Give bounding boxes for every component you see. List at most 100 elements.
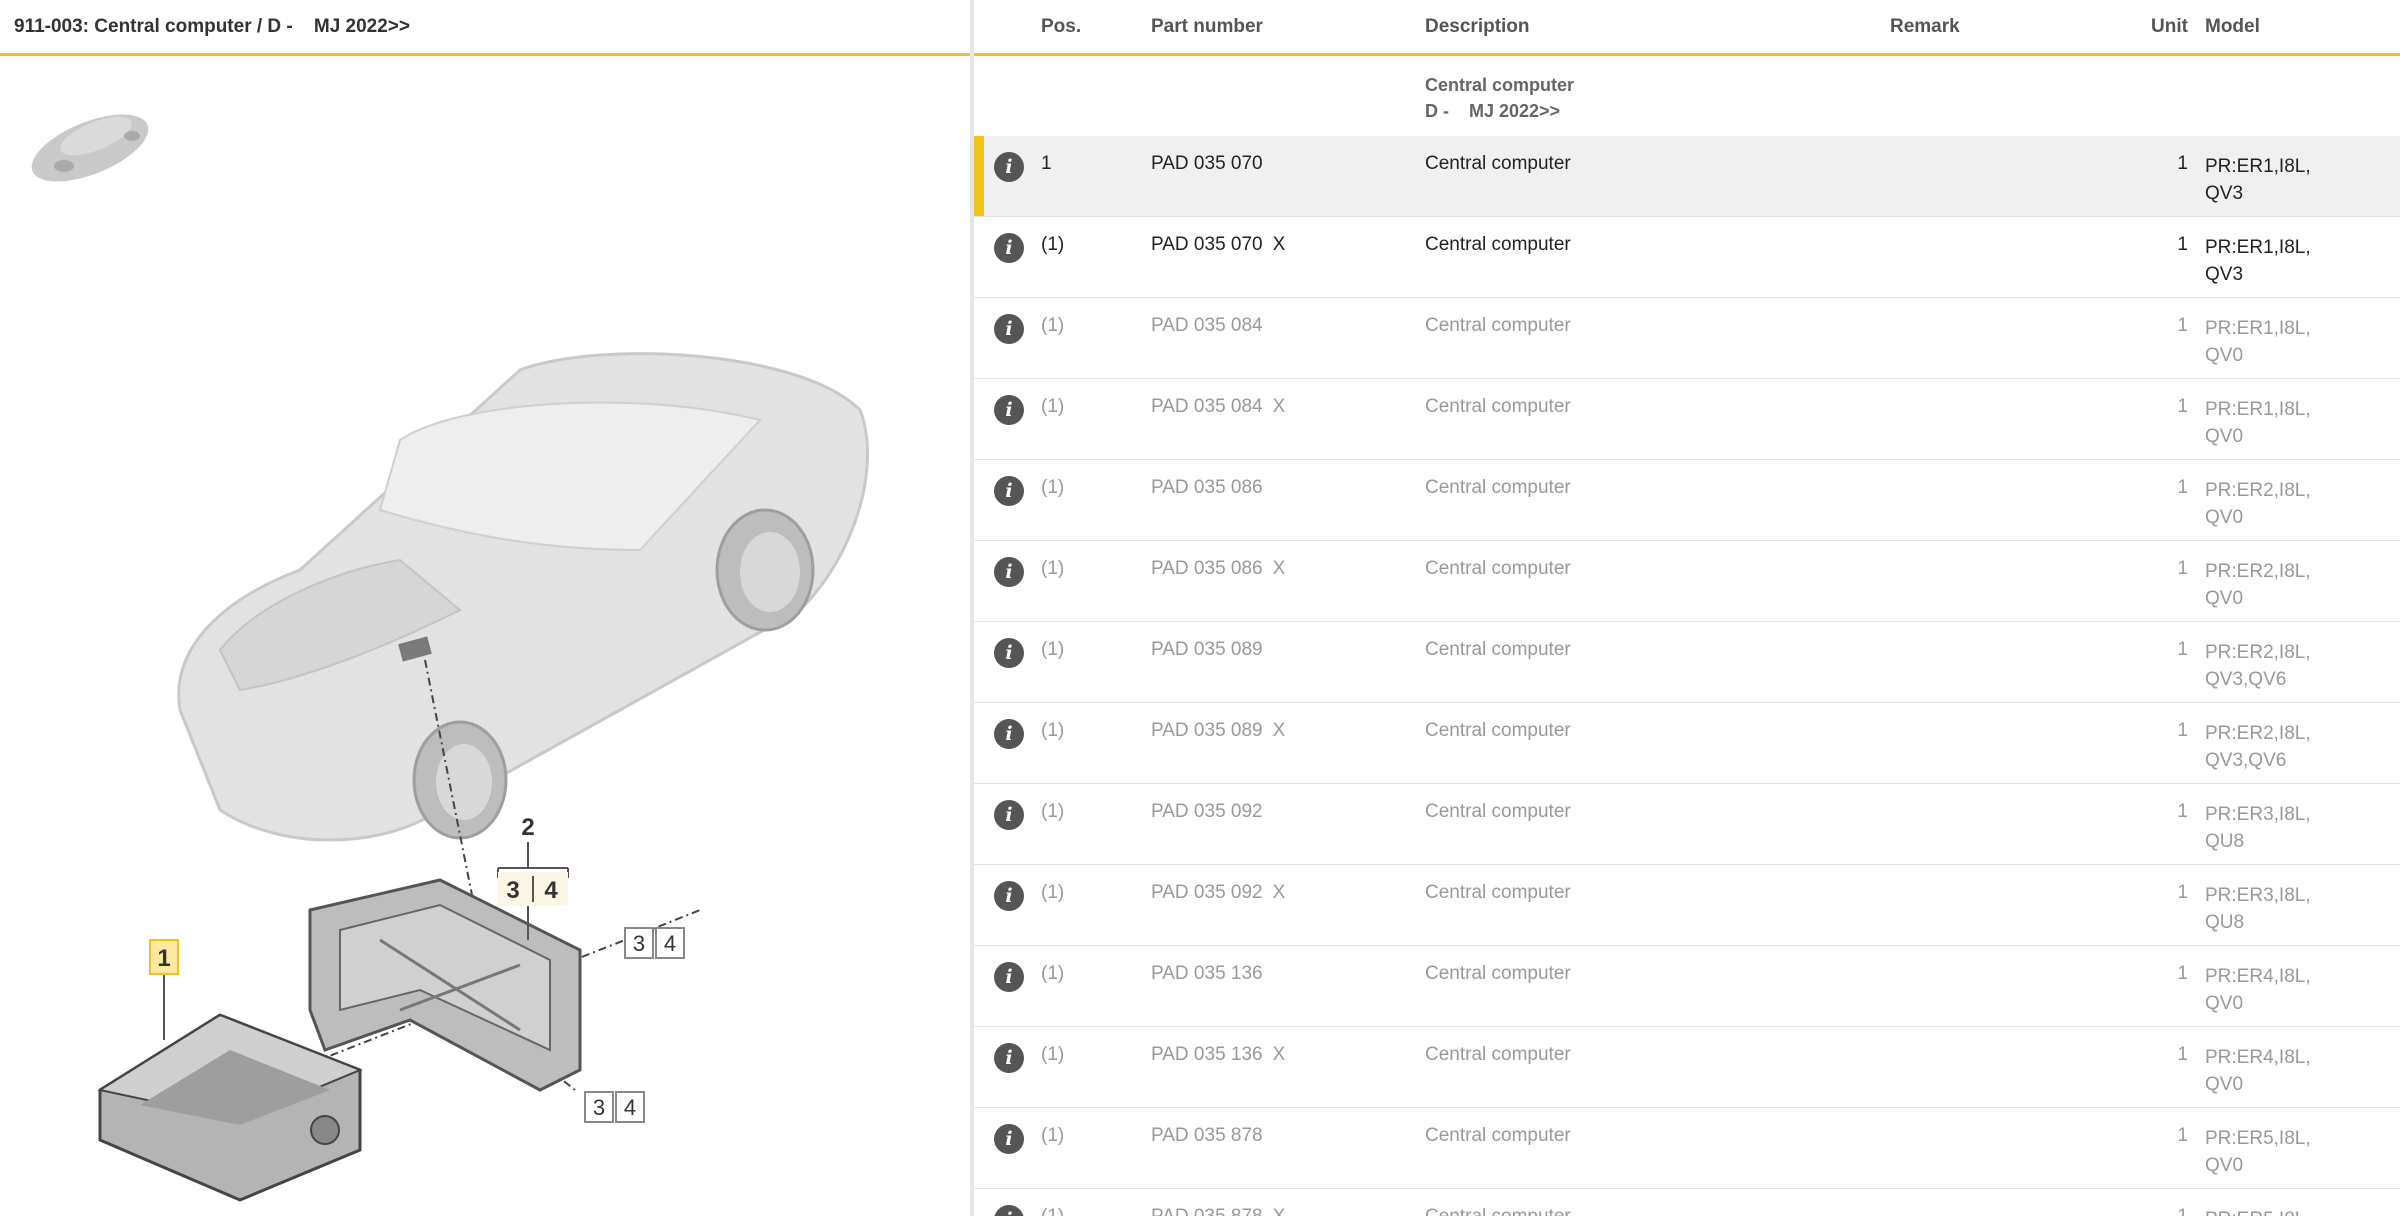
table-row[interactable]: i (1) PAD 035 878 Central computer 1 PR:…	[974, 1108, 2400, 1189]
model-line1: PR:ER2,I8L,	[2205, 642, 2311, 663]
cell-part-number[interactable]: PAD 035 092	[1151, 801, 1273, 823]
callout-3-4-right[interactable]: 3 4	[624, 927, 685, 959]
info-icon[interactable]: i	[994, 962, 1024, 992]
cell-part-number[interactable]: PAD 035 084	[1151, 315, 1273, 337]
part-number-text: PAD 035 070	[1151, 234, 1263, 255]
cell-part-number[interactable]: PAD 035 084 X	[1151, 396, 1285, 418]
part-number-suffix: X	[1272, 396, 1286, 417]
cell-description: Central computer	[1425, 639, 1571, 660]
cell-unit: 1	[2177, 963, 2188, 984]
cell-part-number[interactable]: PAD 035 089 X	[1151, 720, 1285, 742]
cell-part-number[interactable]: PAD 035 092 X	[1151, 882, 1285, 904]
table-row[interactable]: i (1) PAD 035 092 X Central computer 1 PR…	[974, 865, 2400, 946]
table-row[interactable]: i (1) PAD 035 136 X Central computer 1 PR…	[974, 1027, 2400, 1108]
cell-part-number[interactable]: PAD 035 136 X	[1151, 1044, 1285, 1066]
info-icon[interactable]: i	[994, 314, 1024, 344]
cell-pos: (1)	[1041, 396, 1065, 417]
table-row[interactable]: i (1) PAD 035 089 X Central computer 1 PR…	[974, 703, 2400, 784]
cell-part-number[interactable]: PAD 035 878 X	[1151, 1206, 1285, 1216]
part-number-text: PAD 035 878	[1151, 1206, 1263, 1216]
cell-part-number[interactable]: PAD 035 136	[1151, 963, 1273, 985]
callout-1[interactable]: 1	[149, 939, 179, 1040]
model-line2: QV0	[2205, 507, 2244, 528]
model-line2: QV0	[2205, 1155, 2244, 1176]
cell-unit: 1	[2177, 1044, 2188, 1065]
table-row[interactable]: i (1) PAD 035 092 Central computer 1 PR:…	[974, 784, 2400, 865]
cell-description: Central computer	[1425, 1044, 1571, 1065]
info-icon[interactable]: i	[994, 1124, 1024, 1154]
callout-label-1: 1	[157, 945, 170, 972]
cell-model: PR:ER4,I8L, QV0	[2205, 963, 2311, 1017]
cell-unit: 1	[2177, 315, 2188, 336]
cell-pos: (1)	[1041, 720, 1065, 741]
cell-pos: (1)	[1041, 558, 1065, 579]
info-icon[interactable]: i	[994, 719, 1024, 749]
column-header-description[interactable]: Description	[1425, 16, 1530, 38]
table-row[interactable]: i (1) PAD 035 086 Central computer 1 PR:…	[974, 460, 2400, 541]
info-icon[interactable]: i	[994, 395, 1024, 425]
model-line1: PR:ER3,I8L,	[2205, 804, 2311, 825]
callout-label-3b: 3	[633, 931, 645, 956]
model-line1: PR:ER3,I8L,	[2205, 885, 2311, 906]
page-title: 911-003: Central computer / D - MJ 2022>…	[14, 16, 411, 37]
cell-description: Central computer	[1425, 234, 1571, 255]
column-header-remark[interactable]: Remark	[1890, 16, 1960, 38]
column-header-model[interactable]: Model	[2205, 16, 2260, 38]
cell-part-number[interactable]: PAD 035 878	[1151, 1125, 1273, 1147]
info-icon[interactable]: i	[994, 800, 1024, 830]
part-number-text: PAD 035 070	[1151, 153, 1263, 174]
model-line2: QV0	[2205, 426, 2244, 447]
cell-pos: (1)	[1041, 477, 1065, 498]
table-row[interactable]: i (1) PAD 035 086 X Central computer 1 PR…	[974, 541, 2400, 622]
info-icon[interactable]: i	[994, 152, 1024, 182]
cell-part-number[interactable]: PAD 035 070	[1151, 153, 1273, 175]
cell-part-number[interactable]: PAD 035 089	[1151, 639, 1273, 661]
cell-part-number[interactable]: PAD 035 086 X	[1151, 558, 1285, 580]
info-icon[interactable]: i	[994, 476, 1024, 506]
cell-model: PR:ER2,I8L, QV0	[2205, 558, 2311, 612]
callout-3-4-bottom[interactable]: 3 4	[584, 1091, 645, 1123]
column-header-unit[interactable]: Unit	[2151, 16, 2188, 38]
model-line2: QV0	[2205, 993, 2244, 1014]
cell-description: Central computer	[1425, 963, 1571, 984]
cell-model: PR:ER5,I8L,	[2205, 1206, 2311, 1216]
part-number-text: PAD 035 136	[1151, 963, 1263, 984]
cell-description: Central computer	[1425, 558, 1571, 579]
info-icon[interactable]: i	[994, 1043, 1024, 1073]
cell-unit: 1	[2177, 558, 2188, 579]
part-number-text: PAD 035 089	[1151, 639, 1263, 660]
callout-label-3a: 3	[506, 877, 519, 904]
info-icon[interactable]: i	[994, 557, 1024, 587]
cell-pos: 1	[1041, 153, 1052, 174]
info-icon[interactable]: i	[994, 233, 1024, 263]
cell-description: Central computer	[1425, 1206, 1571, 1216]
column-header-pos[interactable]: Pos.	[1041, 16, 1081, 38]
parts-table-body: i 1 PAD 035 070 Central computer 1 PR:ER…	[974, 136, 2400, 1216]
exploded-parts-illustration: 1 2 3 4 3 4 3 4	[97, 352, 869, 1202]
cell-model: PR:ER5,I8L, QV0	[2205, 1125, 2311, 1179]
table-row[interactable]: i (1) PAD 035 089 Central computer 1 PR:…	[974, 622, 2400, 703]
info-icon[interactable]: i	[994, 1205, 1024, 1216]
table-row[interactable]: i (1) PAD 035 084 X Central computer 1 PR…	[974, 379, 2400, 460]
table-row[interactable]: i (1) PAD 035 878 X Central computer 1 PR…	[974, 1189, 2400, 1216]
group-heading-line1: Central computer	[1425, 75, 1575, 95]
cell-part-number[interactable]: PAD 035 086	[1151, 477, 1273, 499]
table-row[interactable]: i (1) PAD 035 084 Central computer 1 PR:…	[974, 298, 2400, 379]
table-row[interactable]: i (1) PAD 035 136 Central computer 1 PR:…	[974, 946, 2400, 1027]
cell-description: Central computer	[1425, 477, 1571, 498]
model-line2: QV3	[2205, 264, 2244, 285]
cell-part-number[interactable]: PAD 035 070 X	[1151, 234, 1285, 256]
info-icon[interactable]: i	[994, 881, 1024, 911]
vehicle-thumbnail[interactable]	[24, 90, 156, 186]
model-line2: QV0	[2205, 345, 2244, 366]
cell-unit: 1	[2177, 234, 2188, 255]
cell-unit: 1	[2154, 1206, 2188, 1216]
cell-description: Central computer	[1425, 720, 1571, 741]
column-header-part-number[interactable]: Part number	[1151, 16, 1263, 38]
cell-description: Central computer	[1425, 396, 1571, 417]
info-icon[interactable]: i	[994, 638, 1024, 668]
table-row[interactable]: i 1 PAD 035 070 Central computer 1 PR:ER…	[974, 136, 2400, 217]
table-row[interactable]: i (1) PAD 035 070 X Central computer 1 PR…	[974, 217, 2400, 298]
parts-table-pane: Pos. Part number Description Remark Unit…	[974, 0, 2400, 1216]
model-line1: PR:ER1,I8L,	[2205, 318, 2311, 339]
